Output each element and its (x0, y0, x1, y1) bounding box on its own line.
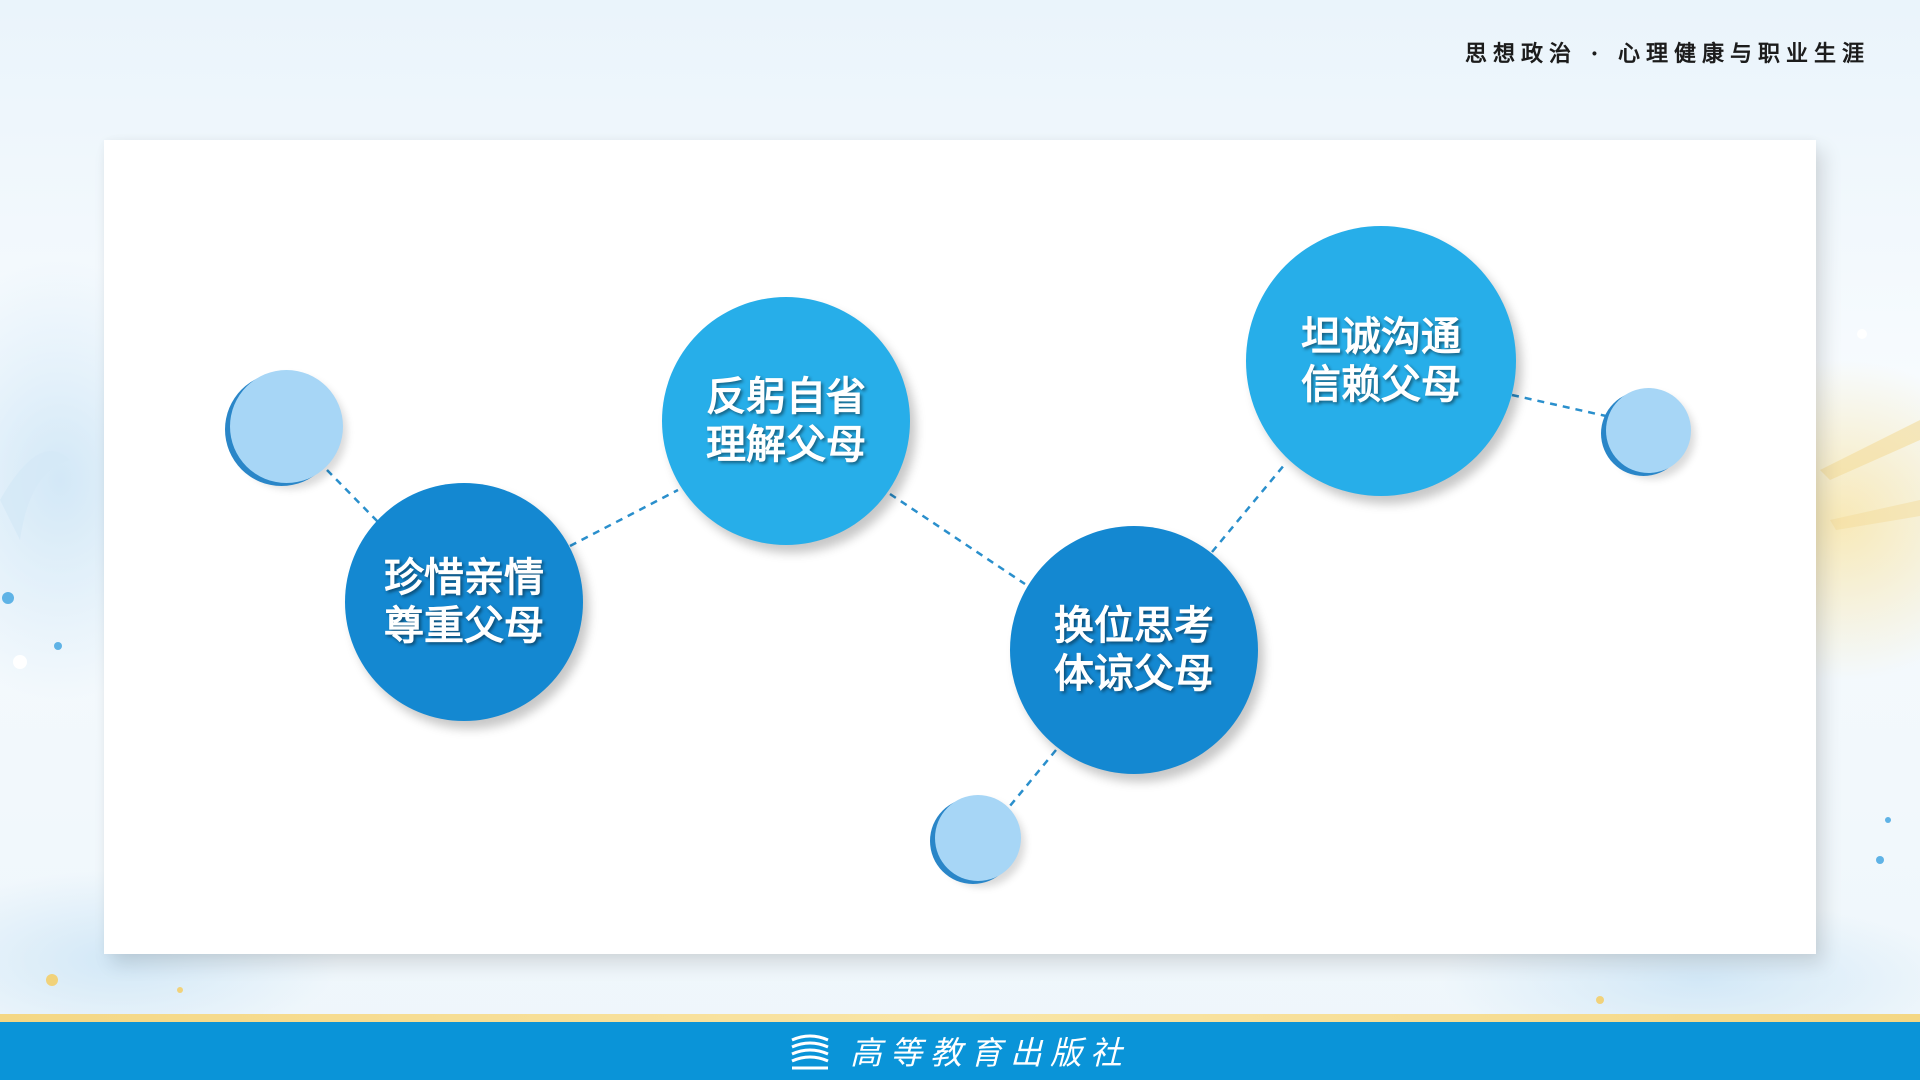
decorative-dot (230, 370, 343, 483)
node-line-1: 换位思考 (1054, 603, 1214, 649)
node-honest-communication: 坦诚沟通 信赖父母 (1246, 226, 1516, 496)
node-line-1: 坦诚沟通 (1301, 314, 1461, 360)
footer-bar: 高等教育出版社 (0, 1022, 1920, 1080)
publisher-logo-group: 高等教育出版社 (790, 1028, 1130, 1074)
node-line-2: 体谅父母 (1054, 651, 1214, 697)
decorative-dot (1606, 388, 1691, 473)
header-title: 思想政治 · 心理健康与职业生涯 (1465, 41, 1870, 67)
node-line-2: 尊重父母 (384, 603, 544, 649)
node-cherish-family: 珍惜亲情 尊重父母 (345, 483, 583, 721)
node-self-reflection: 反躬自省 理解父母 (662, 297, 910, 545)
node-line-1: 反躬自省 (706, 374, 866, 420)
publisher-name: 高等教育出版社 (849, 1034, 1130, 1072)
node-line-2: 信赖父母 (1301, 362, 1461, 408)
node-empathy: 换位思考 体谅父母 (1010, 526, 1258, 774)
book-stack-icon (791, 1034, 829, 1070)
decorative-dot (935, 795, 1021, 881)
node-line-2: 理解父母 (706, 422, 866, 468)
node-line-1: 珍惜亲情 (384, 555, 544, 601)
footer-gold-stripe (0, 1014, 1920, 1022)
